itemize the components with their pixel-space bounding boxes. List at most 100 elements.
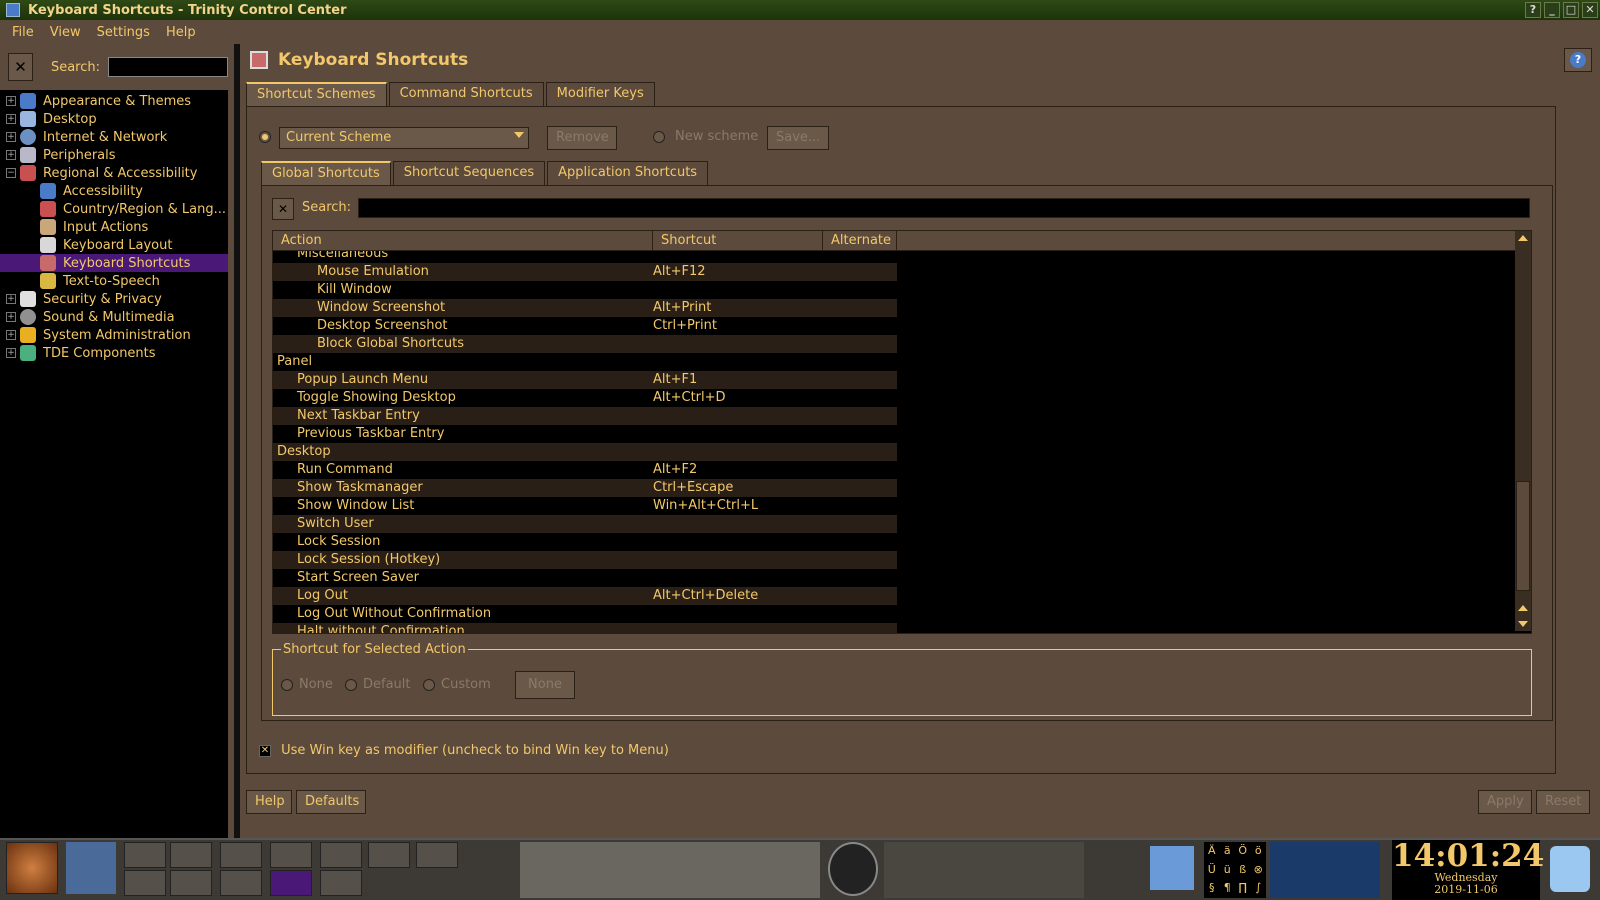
- sidebar-item-system-admin[interactable]: + System Administration: [0, 326, 228, 344]
- maximize-icon[interactable]: □: [1563, 2, 1579, 18]
- list-scrollbar[interactable]: [1515, 231, 1531, 631]
- save-button[interactable]: Save...: [767, 126, 829, 150]
- scrollbar-thumb[interactable]: [1516, 481, 1530, 591]
- tab-global-shortcuts[interactable]: Global Shortcuts: [261, 161, 391, 185]
- app-icon-9[interactable]: [170, 870, 212, 896]
- help-icon[interactable]: ?: [1525, 2, 1541, 18]
- sidebar-item-keyboard-shortcuts[interactable]: Keyboard Shortcuts: [0, 254, 228, 272]
- table-row[interactable]: Window Screenshot Alt+Print: [273, 299, 1501, 317]
- table-row[interactable]: Next Taskbar Entry: [273, 407, 1501, 425]
- sidebar-item-sound[interactable]: + Sound & Multimedia: [0, 308, 228, 326]
- column-shortcut[interactable]: Shortcut: [653, 231, 823, 250]
- table-row[interactable]: Lock Session: [273, 533, 1501, 551]
- expand-icon[interactable]: +: [6, 150, 16, 160]
- app-icon-6[interactable]: [368, 842, 410, 868]
- app-icon-11[interactable]: [320, 870, 362, 896]
- reset-button[interactable]: Reset: [1536, 790, 1590, 814]
- table-row[interactable]: Block Global Shortcuts: [273, 335, 1501, 353]
- app-icon-3[interactable]: [220, 842, 262, 868]
- sidebar-item-appearance[interactable]: + Appearance & Themes: [0, 92, 228, 110]
- apply-button[interactable]: Apply: [1478, 790, 1532, 814]
- app-icon[interactable]: [6, 3, 20, 17]
- app-icon-4[interactable]: [270, 842, 312, 868]
- sidebar-item-internet[interactable]: + Internet & Network: [0, 128, 228, 146]
- window-titlebar[interactable]: Keyboard Shortcuts - Trinity Control Cen…: [0, 0, 1600, 20]
- app-icon-2[interactable]: [170, 842, 212, 868]
- table-row[interactable]: Start Screen Saver: [273, 569, 1501, 587]
- app-icon-5[interactable]: [320, 842, 362, 868]
- win-key-checkbox[interactable]: ✕: [259, 744, 271, 757]
- menu-help[interactable]: Help: [166, 25, 196, 40]
- table-row[interactable]: Halt without Confirmation: [273, 623, 1501, 633]
- sidebar-item-security[interactable]: + Security & Privacy: [0, 290, 228, 308]
- none-radio[interactable]: [281, 679, 293, 691]
- table-row[interactable]: Lock Session (Hotkey): [273, 551, 1501, 569]
- character-picker[interactable]: ÄäÖö Üü ß ⊗ § ¶ ∏ ∫: [1204, 842, 1266, 898]
- tab-shortcut-schemes[interactable]: Shortcut Schemes: [246, 82, 387, 106]
- sidebar-item-input-actions[interactable]: Input Actions: [0, 218, 228, 236]
- close-icon[interactable]: ✕: [1582, 2, 1598, 18]
- table-row[interactable]: Previous Taskbar Entry: [273, 425, 1501, 443]
- table-row[interactable]: Popup Launch Menu Alt+F1: [273, 371, 1501, 389]
- app-icon-8[interactable]: [124, 870, 166, 896]
- desktop-pager[interactable]: [520, 842, 820, 898]
- clear-search-icon[interactable]: ✕: [272, 198, 294, 220]
- scroll-up-icon[interactable]: [1518, 605, 1528, 611]
- column-action[interactable]: Action: [273, 231, 653, 250]
- sidebar-item-country[interactable]: Country/Region & Lang...: [0, 200, 228, 218]
- whats-this-button[interactable]: ?: [1564, 48, 1592, 72]
- expand-icon[interactable]: +: [6, 330, 16, 340]
- folder-icon[interactable]: [1150, 846, 1194, 890]
- tde-menu-icon[interactable]: [6, 842, 58, 894]
- default-radio[interactable]: [345, 679, 357, 691]
- table-row[interactable]: Show Taskmanager Ctrl+Escape: [273, 479, 1501, 497]
- app-icon-7[interactable]: [416, 842, 458, 868]
- win-key-row[interactable]: ✕ Use Win key as modifier (uncheck to bi…: [259, 743, 669, 758]
- table-row[interactable]: Log Out Without Confirmation: [273, 605, 1501, 623]
- table-row[interactable]: Run Command Alt+F2: [273, 461, 1501, 479]
- app-icon-1[interactable]: [124, 842, 166, 868]
- shortcut-search-input[interactable]: [358, 198, 1530, 218]
- new-scheme-radio[interactable]: [653, 131, 665, 143]
- tab-shortcut-sequences[interactable]: Shortcut Sequences: [392, 161, 546, 185]
- clear-search-icon[interactable]: ✕: [8, 53, 33, 81]
- menu-view[interactable]: View: [50, 25, 81, 40]
- expand-icon[interactable]: +: [6, 312, 16, 322]
- scroll-down-icon[interactable]: [1518, 621, 1528, 627]
- weather-map[interactable]: [1270, 842, 1380, 898]
- sidebar-item-accessibility[interactable]: Accessibility: [0, 182, 228, 200]
- table-row[interactable]: Mouse Emulation Alt+F12: [273, 263, 1501, 281]
- scheme-select[interactable]: Current Scheme: [279, 127, 529, 149]
- sidebar-item-peripherals[interactable]: + Peripherals: [0, 146, 228, 164]
- sidebar-item-tde-components[interactable]: + TDE Components: [0, 344, 228, 362]
- tab-command-shortcuts[interactable]: Command Shortcuts: [388, 82, 544, 106]
- clock[interactable]: 14:01:24 Wednesday 2019-11-06: [1392, 840, 1544, 900]
- table-row[interactable]: Show Window List Win+Alt+Ctrl+L: [273, 497, 1501, 515]
- column-alternate[interactable]: Alternate: [823, 231, 897, 250]
- menu-file[interactable]: File: [12, 25, 34, 40]
- tab-modifier-keys[interactable]: Modifier Keys: [545, 82, 655, 106]
- app-icon-active[interactable]: [270, 870, 312, 896]
- trash-icon[interactable]: [1550, 846, 1590, 892]
- shortcut-none-button[interactable]: None: [515, 671, 575, 699]
- defaults-button[interactable]: Defaults: [296, 790, 366, 814]
- custom-radio[interactable]: [423, 679, 435, 691]
- table-row[interactable]: Log Out Alt+Ctrl+Delete: [273, 587, 1501, 605]
- minimize-icon[interactable]: _: [1544, 2, 1560, 18]
- app-icon-10[interactable]: [220, 870, 262, 896]
- table-row[interactable]: Toggle Showing Desktop Alt+Ctrl+D: [273, 389, 1501, 407]
- sidebar-item-keyboard-layout[interactable]: Keyboard Layout: [0, 236, 228, 254]
- collapse-icon[interactable]: −: [6, 168, 16, 178]
- table-row[interactable]: Panel: [273, 353, 1501, 371]
- scroll-up-icon[interactable]: [1518, 235, 1528, 241]
- expand-icon[interactable]: +: [6, 132, 16, 142]
- menu-settings[interactable]: Settings: [97, 25, 150, 40]
- expand-icon[interactable]: +: [6, 96, 16, 106]
- seal-icon[interactable]: [828, 842, 878, 896]
- expand-icon[interactable]: +: [6, 294, 16, 304]
- expand-icon[interactable]: +: [6, 114, 16, 124]
- sidebar-item-desktop[interactable]: + Desktop: [0, 110, 228, 128]
- sidebar-search-input[interactable]: [108, 57, 228, 77]
- table-row[interactable]: Kill Window: [273, 281, 1501, 299]
- table-row[interactable]: Desktop Screenshot Ctrl+Print: [273, 317, 1501, 335]
